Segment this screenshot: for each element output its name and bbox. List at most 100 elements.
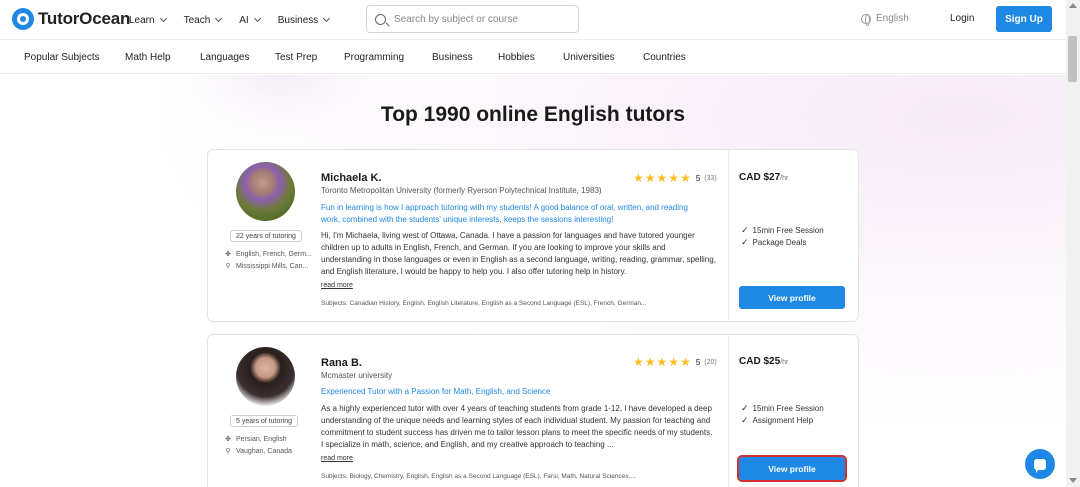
feature-item: ✓ 15min Free Session bbox=[741, 225, 824, 236]
tutor-avatar[interactable] bbox=[236, 347, 295, 406]
menu-teach[interactable]: Teach bbox=[183, 14, 223, 26]
logo[interactable]: TutorOcean bbox=[12, 8, 130, 30]
tutor-name[interactable]: Rana B. bbox=[321, 357, 362, 369]
chat-bubble-icon bbox=[1034, 458, 1046, 473]
top-navbar: TutorOcean Learn Teach AI Business Engli… bbox=[0, 0, 1066, 40]
signup-button[interactable]: Sign Up bbox=[996, 6, 1052, 32]
category-programming[interactable]: Programming bbox=[344, 52, 404, 63]
main-menu: Learn Teach AI Business bbox=[129, 0, 347, 40]
card-divider bbox=[728, 335, 729, 487]
read-more-link[interactable]: read more bbox=[321, 282, 353, 289]
category-countries[interactable]: Countries bbox=[643, 52, 686, 63]
tutor-card[interactable]: 22 years of tutoring ✤ English, French, G… bbox=[207, 149, 859, 322]
category-universities[interactable]: Universities bbox=[563, 52, 615, 63]
check-icon: ✓ bbox=[741, 237, 749, 247]
rating: ★ ★ ★ ★ ★ 5 (20) bbox=[633, 356, 717, 368]
scrollbar-thumb[interactable] bbox=[1068, 36, 1077, 82]
languages-info: ✤ English, French, Germ... bbox=[224, 250, 312, 259]
globe-icon bbox=[861, 13, 871, 26]
category-languages[interactable]: Languages bbox=[200, 52, 250, 63]
price-unit: /hr bbox=[780, 175, 789, 182]
feature-label: 15min Free Session bbox=[752, 226, 824, 235]
tutor-university: Toronto Metropolitan University (formerl… bbox=[321, 186, 602, 195]
menu-ai[interactable]: AI bbox=[239, 14, 261, 26]
search-input[interactable] bbox=[394, 13, 564, 25]
price-unit: /hr bbox=[780, 359, 789, 366]
tutor-subjects: Subjects: Biology, Chemistry, English, E… bbox=[321, 473, 636, 480]
rating-value: 5 bbox=[695, 357, 701, 367]
category-test-prep[interactable]: Test Prep bbox=[275, 52, 317, 63]
languages-text: Persian, English bbox=[236, 435, 287, 443]
tutor-tagline: Fun in learning is how I approach tutori… bbox=[321, 203, 688, 224]
star-icon: ★ bbox=[633, 355, 644, 369]
languages-text: English, French, Germ... bbox=[236, 250, 312, 258]
check-icon: ✓ bbox=[741, 225, 749, 235]
price-amount: CAD $27 bbox=[739, 172, 781, 183]
feature-label: Package Deals bbox=[752, 238, 807, 247]
feature-item: ✓ 15min Free Session bbox=[741, 403, 824, 414]
star-icon: ★ bbox=[644, 355, 656, 369]
login-link[interactable]: Login bbox=[950, 13, 974, 24]
language-icon: ✤ bbox=[225, 436, 231, 443]
tutor-price: CAD $25/hr bbox=[739, 356, 788, 367]
chevron-down-icon bbox=[215, 14, 223, 23]
read-more-link[interactable]: read more bbox=[321, 455, 353, 462]
chevron-down-icon bbox=[323, 14, 331, 23]
tutor-university: Mcmaster university bbox=[321, 371, 393, 380]
logo-icon bbox=[12, 8, 34, 30]
location-pin-icon: ⚲ bbox=[225, 448, 231, 455]
location-text: Mississippi Mills, Can... bbox=[236, 262, 309, 270]
star-icon: ★ bbox=[668, 171, 680, 185]
category-business[interactable]: Business bbox=[432, 52, 473, 63]
card-divider bbox=[728, 150, 729, 321]
menu-business-label: Business bbox=[277, 14, 319, 26]
star-icon: ★ bbox=[680, 355, 691, 369]
tutor-avatar[interactable] bbox=[236, 162, 295, 221]
location-info: ⚲ Vaughan, Canada bbox=[224, 447, 292, 456]
menu-learn[interactable]: Learn bbox=[129, 14, 167, 26]
location-text: Vaughan, Canada bbox=[236, 447, 292, 455]
star-icon: ★ bbox=[633, 171, 644, 185]
star-icon: ★ bbox=[656, 355, 668, 369]
review-count: (20) bbox=[704, 358, 717, 366]
category-math-help[interactable]: Math Help bbox=[125, 52, 171, 63]
tutor-subjects: Subjects: Canadian History, English, Eng… bbox=[321, 300, 647, 307]
chat-button[interactable] bbox=[1025, 449, 1055, 479]
star-icon: ★ bbox=[644, 171, 656, 185]
rating-value: 5 bbox=[695, 173, 701, 183]
category-hobbies[interactable]: Hobbies bbox=[498, 52, 535, 63]
price-amount: CAD $25 bbox=[739, 356, 781, 367]
rating: ★ ★ ★ ★ ★ 5 (33) bbox=[633, 172, 717, 184]
check-icon: ✓ bbox=[741, 415, 749, 425]
experience-badge: 5 years of tutoring bbox=[230, 415, 299, 427]
menu-teach-label: Teach bbox=[183, 14, 211, 26]
languages-info: ✤ Persian, English bbox=[224, 435, 287, 444]
tutor-description: Hi, I'm Michaela, living west of Ottawa,… bbox=[321, 231, 716, 276]
menu-learn-label: Learn bbox=[129, 14, 155, 26]
chevron-down-icon bbox=[253, 14, 261, 23]
view-profile-button[interactable]: View profile bbox=[737, 455, 847, 482]
tutor-name[interactable]: Michaela K. bbox=[321, 172, 382, 184]
page-title: Top 1990 online English tutors bbox=[380, 103, 686, 126]
search-box[interactable] bbox=[366, 5, 579, 33]
menu-business[interactable]: Business bbox=[277, 14, 331, 26]
menu-ai-label: AI bbox=[239, 14, 249, 26]
tutor-card[interactable]: 5 years of tutoring ✤ Persian, English ⚲ V… bbox=[207, 334, 859, 487]
scroll-down-arrow-icon[interactable] bbox=[1069, 478, 1077, 483]
star-icon: ★ bbox=[656, 171, 668, 185]
check-icon: ✓ bbox=[741, 403, 749, 413]
tutor-description: As a highly experienced tutor with over … bbox=[321, 404, 713, 449]
language-icon: ✤ bbox=[225, 251, 231, 258]
feature-item: ✓ Package Deals bbox=[741, 237, 806, 248]
scroll-up-arrow-icon[interactable] bbox=[1069, 3, 1077, 8]
feature-label: 15min Free Session bbox=[752, 404, 824, 413]
category-popular-subjects[interactable]: Popular Subjects bbox=[24, 52, 100, 63]
language-label: English bbox=[876, 13, 909, 24]
feature-item: ✓ Assignment Help bbox=[741, 415, 813, 426]
view-profile-button[interactable]: View profile bbox=[739, 286, 845, 309]
feature-label: Assignment Help bbox=[752, 416, 814, 425]
review-count: (33) bbox=[704, 174, 717, 182]
star-icon: ★ bbox=[668, 355, 680, 369]
language-selector[interactable]: English bbox=[861, 13, 909, 26]
chevron-down-icon bbox=[159, 14, 167, 23]
